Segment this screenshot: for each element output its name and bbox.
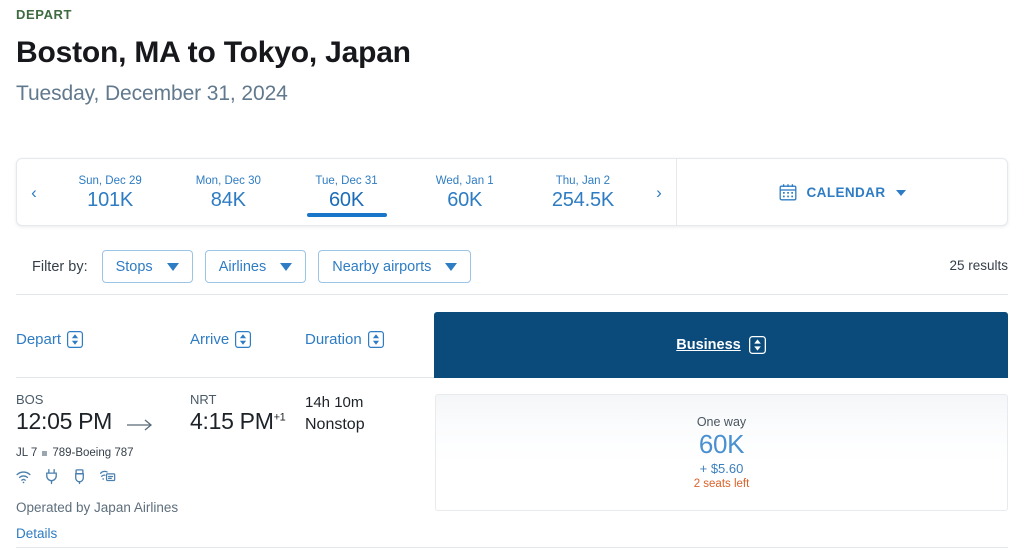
price-miles: 60K bbox=[698, 428, 745, 459]
price-card-business[interactable]: One way 60K + $5.60 2 seats left bbox=[435, 394, 1008, 511]
arrive-day-offset: +1 bbox=[273, 411, 286, 424]
calendar-button-label: CALENDAR bbox=[806, 184, 886, 200]
date-option-tue-dec-31[interactable]: Tue, Dec 31 60K bbox=[287, 159, 405, 225]
sort-duration-label: Duration bbox=[305, 331, 362, 348]
wifi-icon bbox=[15, 468, 32, 485]
sort-duration-button[interactable]: Duration bbox=[305, 331, 384, 348]
sort-updown-icon[interactable] bbox=[748, 336, 766, 354]
flight-stops: Nonstop bbox=[305, 416, 365, 433]
date-option-price: 60K bbox=[329, 188, 364, 211]
amenities-list bbox=[15, 468, 116, 485]
usb-port-icon bbox=[71, 468, 88, 485]
sort-arrive-button[interactable]: Arrive bbox=[190, 331, 252, 348]
flight-number: JL 7 bbox=[16, 447, 38, 459]
depart-airport-code: BOS bbox=[16, 392, 44, 407]
filter-nearby-airports-label: Nearby airports bbox=[332, 258, 432, 275]
date-strip: ‹ Sun, Dec 29 101K Mon, Dec 30 84K Tue, … bbox=[17, 159, 677, 225]
flight-results-page: DEPART Boston, MA to Tokyo, Japan Tuesda… bbox=[0, 0, 1024, 553]
sort-depart-button[interactable]: Depart bbox=[16, 331, 84, 348]
arrive-airport-code: NRT bbox=[190, 392, 217, 407]
date-selector-card: ‹ Sun, Dec 29 101K Mon, Dec 30 84K Tue, … bbox=[16, 158, 1008, 226]
divider-under-sort-header bbox=[16, 377, 434, 378]
page-subtitle-date: Tuesday, December 31, 2024 bbox=[16, 82, 288, 105]
date-option-price: 101K bbox=[87, 188, 134, 211]
operated-by-text: Operated by Japan Airlines bbox=[16, 500, 179, 515]
seats-left-badge: 2 seats left bbox=[693, 478, 750, 491]
date-option-label: Sun, Dec 29 bbox=[78, 174, 142, 187]
depart-time: 12:05 PM bbox=[16, 408, 113, 434]
calendar-icon bbox=[778, 182, 798, 202]
details-link[interactable]: Details bbox=[16, 526, 57, 541]
flight-number-aircraft: JL 7 789-Boeing 787 bbox=[16, 447, 134, 459]
sort-updown-icon bbox=[367, 331, 384, 348]
date-option-label: Thu, Jan 2 bbox=[555, 174, 611, 187]
filter-bar: Filter by: Stops Airlines Nearby airport… bbox=[32, 250, 472, 283]
filter-airlines-button[interactable]: Airlines bbox=[204, 250, 307, 283]
date-option-price: 254.5K bbox=[551, 188, 615, 211]
date-list: Sun, Dec 29 101K Mon, Dec 30 84K Tue, De… bbox=[51, 159, 642, 225]
date-option-label: Mon, Dec 30 bbox=[195, 174, 261, 187]
date-option-sun-dec-29[interactable]: Sun, Dec 29 101K bbox=[51, 159, 169, 225]
arrow-right-icon bbox=[127, 416, 155, 436]
entertainment-icon bbox=[99, 468, 116, 485]
prev-dates-button[interactable]: ‹ bbox=[17, 184, 51, 201]
date-option-price: 84K bbox=[210, 188, 246, 211]
separator-dot-icon bbox=[42, 450, 48, 456]
filter-stops-button[interactable]: Stops bbox=[101, 250, 193, 283]
filter-nearby-airports-button[interactable]: Nearby airports bbox=[318, 250, 472, 283]
cabin-label[interactable]: Business bbox=[676, 337, 740, 353]
flight-duration: 14h 10m bbox=[305, 394, 364, 411]
filter-stops-label: Stops bbox=[115, 258, 153, 275]
power-outlet-icon bbox=[43, 468, 60, 485]
date-option-wed-jan-1[interactable]: Wed, Jan 1 60K bbox=[406, 159, 524, 225]
aircraft-type: 789-Boeing 787 bbox=[52, 447, 134, 459]
sort-updown-icon bbox=[67, 331, 84, 348]
duration-block: 14h 10m Nonstop bbox=[305, 394, 365, 434]
date-selected-underline bbox=[306, 213, 387, 217]
page-title: Boston, MA to Tokyo, Japan bbox=[16, 36, 411, 69]
divider-bottom bbox=[16, 547, 1008, 548]
date-option-price: 60K bbox=[447, 188, 483, 211]
sort-arrive-label: Arrive bbox=[190, 331, 230, 348]
date-option-thu-jan-2[interactable]: Thu, Jan 2 254.5K bbox=[524, 159, 642, 225]
chevron-down-icon bbox=[896, 190, 907, 196]
chevron-down-icon bbox=[166, 262, 179, 271]
depart-eyebrow: DEPART bbox=[16, 7, 73, 22]
filter-airlines-label: Airlines bbox=[218, 258, 267, 275]
date-option-label: Wed, Jan 1 bbox=[435, 174, 494, 187]
date-option-label: Tue, Dec 31 bbox=[315, 174, 378, 187]
calendar-button[interactable]: CALENDAR bbox=[677, 159, 1007, 225]
arrive-block: NRT 4:15 PM+1 bbox=[190, 392, 286, 435]
chevron-down-icon bbox=[280, 262, 293, 271]
sort-depart-label: Depart bbox=[16, 331, 62, 348]
cabin-header-business[interactable]: Business bbox=[434, 312, 1008, 378]
results-count: 25 results bbox=[949, 258, 1008, 273]
trip-type-label: One way bbox=[696, 414, 747, 429]
depart-block: BOS 12:05 PM bbox=[16, 392, 112, 435]
date-option-mon-dec-30[interactable]: Mon, Dec 30 84K bbox=[169, 159, 287, 225]
sort-updown-icon bbox=[235, 331, 252, 348]
price-taxes: + $5.60 bbox=[699, 461, 744, 477]
arrive-time-value: 4:15 PM bbox=[190, 408, 274, 434]
filter-by-label: Filter by: bbox=[32, 258, 88, 275]
next-dates-button[interactable]: › bbox=[642, 184, 676, 201]
chevron-down-icon bbox=[445, 262, 458, 271]
arrive-time: 4:15 PM+1 bbox=[190, 408, 286, 435]
divider-above-results bbox=[16, 294, 1008, 295]
